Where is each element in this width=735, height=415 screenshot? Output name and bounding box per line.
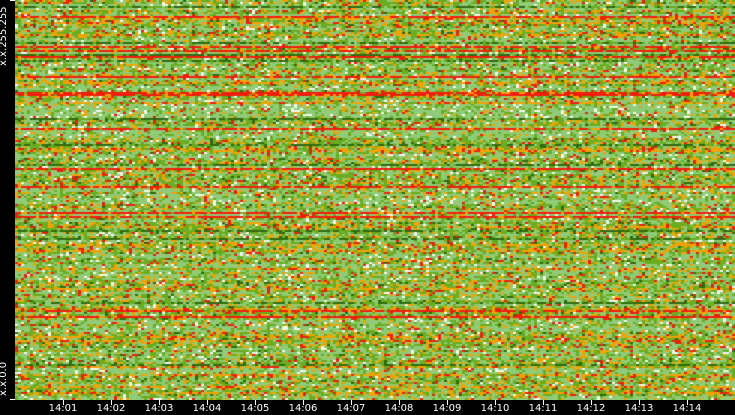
x-axis: 14:01 14:02 14:03 14:04 14:05 14:06 14:07 14:08… xyxy=(0,400,735,415)
x-tick-label: 14:10 xyxy=(480,403,510,414)
y-axis: x.x.255.255 x.x.0.0 xyxy=(0,0,15,400)
x-tick-label: 14:08 xyxy=(384,403,414,414)
x-tick-label: 14:01 xyxy=(48,403,78,414)
x-tick-label: 14:03 xyxy=(144,403,174,414)
x-tick-label: 14:12 xyxy=(576,403,606,414)
x-tick-label: 14:06 xyxy=(288,403,318,414)
heatmap-canvas[interactable] xyxy=(15,0,735,400)
x-tick-label: 14:09 xyxy=(432,403,462,414)
x-tick-label: 14:05 xyxy=(240,403,270,414)
y-label-top: x.x.255.255 xyxy=(0,6,9,66)
x-tick-label: 14:14 xyxy=(672,403,702,414)
y-tick-top xyxy=(10,0,15,1)
x-tick-label: 14:02 xyxy=(96,403,126,414)
x-tick-label: 14:07 xyxy=(336,403,366,414)
x-tick-label: 14:04 xyxy=(192,403,222,414)
y-label-bottom: x.x.0.0 xyxy=(0,361,9,396)
x-tick-label: 14:11 xyxy=(528,403,558,414)
x-tick-label: 14:13 xyxy=(624,403,654,414)
